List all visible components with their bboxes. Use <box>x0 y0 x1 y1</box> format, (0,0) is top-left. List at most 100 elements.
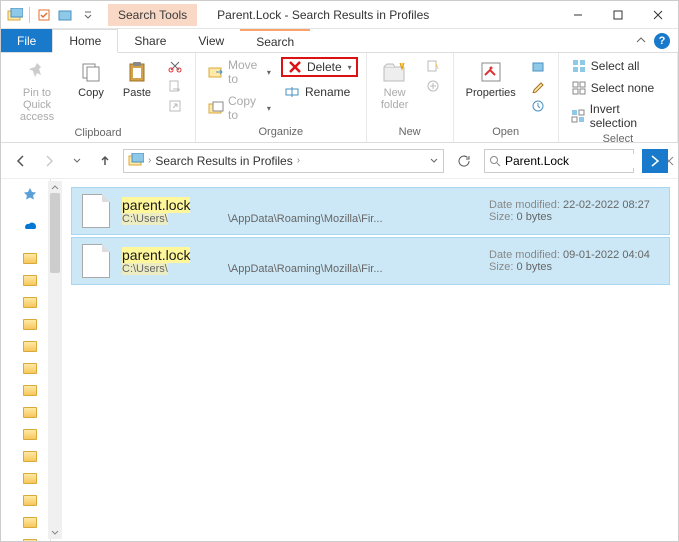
titlebar: Search Tools Parent.Lock - Search Result… <box>1 1 678 29</box>
quick-access-toolbar <box>1 5 102 25</box>
nav-folder[interactable] <box>1 401 50 423</box>
group-select-label: Select <box>567 131 669 147</box>
nav-folder[interactable] <box>1 291 50 313</box>
nav-scrollbar[interactable] <box>48 181 62 539</box>
forward-button[interactable] <box>39 151 59 171</box>
new-folder-icon <box>382 59 408 85</box>
open-button[interactable] <box>526 57 550 75</box>
qat-properties-icon[interactable] <box>34 5 54 25</box>
move-to-button[interactable]: Move to▾ <box>204 57 275 87</box>
maximize-button[interactable] <box>598 1 638 29</box>
group-clipboard-label: Clipboard <box>9 125 187 141</box>
group-select: Select all Select none Invert selection … <box>559 53 678 142</box>
tab-share[interactable]: Share <box>118 29 182 52</box>
qat-dropdown-icon[interactable] <box>78 5 98 25</box>
chevron-right-icon[interactable]: › <box>297 155 300 166</box>
paste-shortcut-button[interactable] <box>163 97 187 115</box>
scroll-up-icon[interactable] <box>48 181 62 193</box>
window-controls <box>558 1 678 29</box>
copy-to-icon <box>208 100 224 116</box>
file-icon <box>82 244 110 278</box>
easy-access-button[interactable] <box>421 77 445 95</box>
group-organize: Move to▾ Copy to▾ Delete▾ Rename Organiz… <box>196 53 367 142</box>
properties-button[interactable]: Properties <box>462 57 520 101</box>
tab-search[interactable]: Search <box>240 29 310 52</box>
copy-icon <box>78 59 104 85</box>
nav-folder[interactable] <box>1 313 50 335</box>
result-row[interactable]: parent.lock C:\Users\\AppData\Roaming\Mo… <box>71 187 670 235</box>
file-name: parent.lock <box>122 247 477 263</box>
help-icon[interactable]: ? <box>654 33 670 49</box>
select-none-button[interactable]: Select none <box>567 79 669 97</box>
copy-to-button[interactable]: Copy to▾ <box>204 93 275 123</box>
search-input[interactable] <box>505 154 660 168</box>
nav-onedrive[interactable] <box>1 215 50 237</box>
delete-button[interactable]: Delete▾ <box>281 57 358 77</box>
breadcrumb[interactable]: › Search Results in Profiles › <box>123 149 444 173</box>
nav-folder[interactable] <box>1 467 50 489</box>
copy-path-button[interactable] <box>163 77 187 95</box>
file-path: C:\Users\\AppData\Roaming\Mozilla\Fir... <box>122 263 477 275</box>
invert-selection-button[interactable]: Invert selection <box>567 101 669 131</box>
nav-folder[interactable] <box>1 379 50 401</box>
new-folder-button[interactable]: New folder <box>375 57 415 113</box>
ribbon-collapse-icon[interactable] <box>636 36 646 46</box>
properties-icon <box>478 59 504 85</box>
move-to-label: Move to <box>228 58 261 86</box>
navigation-pane[interactable] <box>1 179 51 541</box>
move-to-icon <box>208 64 224 80</box>
cut-button[interactable] <box>163 57 187 75</box>
ribbon-tabs: File Home Share View Search ? <box>1 29 678 53</box>
content-area: parent.lock C:\Users\\AppData\Roaming\Mo… <box>1 179 678 541</box>
tab-view[interactable]: View <box>182 29 240 52</box>
rename-button[interactable]: Rename <box>281 83 358 101</box>
copy-button[interactable]: Copy <box>71 57 111 101</box>
group-open-label: Open <box>462 124 550 140</box>
select-all-button[interactable]: Select all <box>567 57 669 75</box>
chevron-right-icon[interactable]: › <box>148 155 151 166</box>
up-button[interactable] <box>95 151 115 171</box>
pin-to-quick-access-button[interactable]: Pin to Quick access <box>9 57 65 125</box>
breadcrumb-text[interactable]: Search Results in Profiles <box>155 154 292 168</box>
select-all-label: Select all <box>591 59 640 73</box>
pin-icon <box>24 59 50 85</box>
back-button[interactable] <box>11 151 31 171</box>
history-button[interactable] <box>526 97 550 115</box>
search-go-button[interactable] <box>642 149 668 173</box>
separator <box>29 7 30 23</box>
nav-folder[interactable] <box>1 269 50 291</box>
nav-folder[interactable] <box>1 533 50 541</box>
nav-folder[interactable] <box>1 445 50 467</box>
paste-button[interactable]: Paste <box>117 57 157 101</box>
nav-folder[interactable] <box>1 247 50 269</box>
nav-folder[interactable] <box>1 335 50 357</box>
nav-folder[interactable] <box>1 423 50 445</box>
recent-locations-button[interactable] <box>67 151 87 171</box>
edit-icon <box>530 78 546 94</box>
rename-label: Rename <box>305 85 350 99</box>
nav-folder[interactable] <box>1 511 50 533</box>
breadcrumb-dropdown-icon[interactable] <box>429 156 439 166</box>
tab-file[interactable]: File <box>1 29 52 52</box>
refresh-button[interactable] <box>452 149 476 173</box>
qat-new-folder-icon[interactable] <box>56 5 76 25</box>
nav-folder[interactable] <box>1 489 50 511</box>
paste-label: Paste <box>123 87 151 99</box>
scroll-down-icon[interactable] <box>48 527 62 539</box>
address-bar: › Search Results in Profiles › <box>1 143 678 179</box>
search-box[interactable] <box>484 149 634 173</box>
nav-folder[interactable] <box>1 357 50 379</box>
close-button[interactable] <box>638 1 678 29</box>
edit-button[interactable] <box>526 77 550 95</box>
new-item-button[interactable] <box>421 57 445 75</box>
pin-label: Pin to Quick access <box>13 87 61 123</box>
paste-shortcut-icon <box>167 98 183 114</box>
app-icon[interactable] <box>5 5 25 25</box>
minimize-button[interactable] <box>558 1 598 29</box>
nav-quick-access[interactable] <box>1 183 50 205</box>
search-tools-label: Search Tools <box>108 4 197 26</box>
scroll-thumb[interactable] <box>50 193 60 273</box>
tab-home[interactable]: Home <box>52 29 118 53</box>
window-title: Parent.Lock - Search Results in Profiles <box>217 8 558 22</box>
result-row[interactable]: parent.lock C:\Users\\AppData\Roaming\Mo… <box>71 237 670 285</box>
